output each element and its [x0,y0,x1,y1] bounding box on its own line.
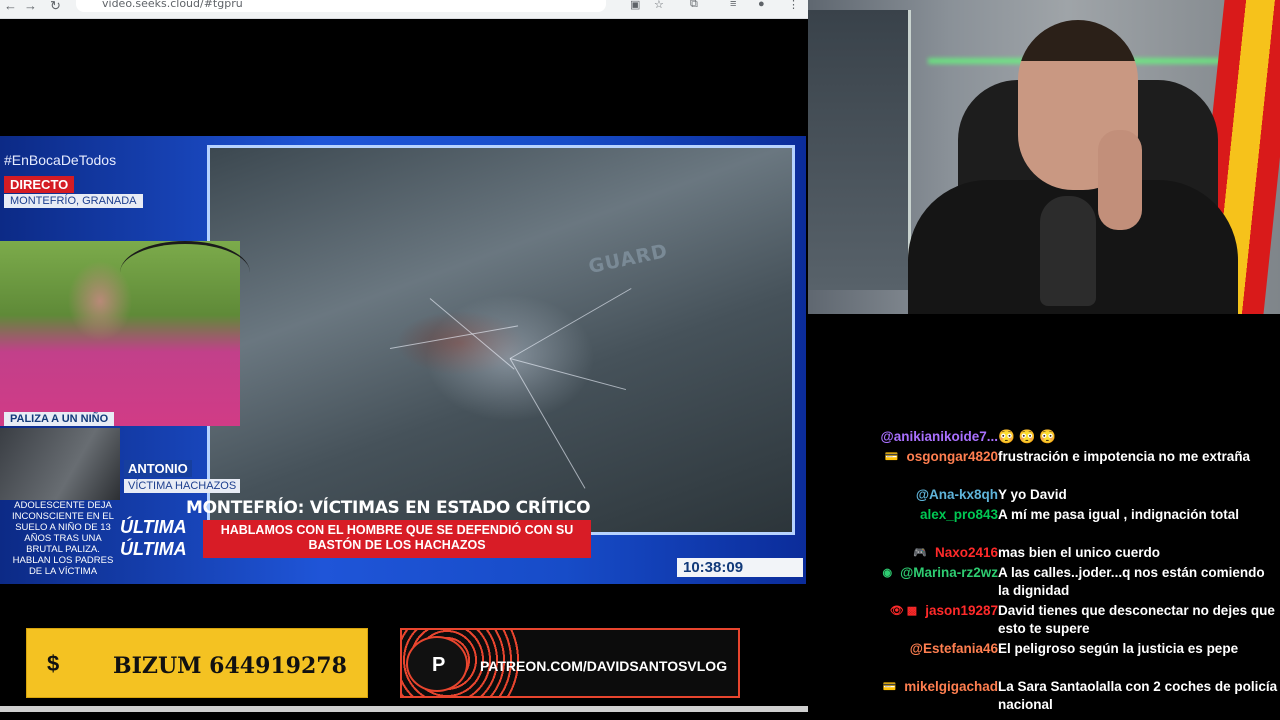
chat-username[interactable]: 💳 osgongar4820 [885,448,998,466]
sidebar-story: ADOLESCENTE DEJA INCONSCIENTE EN EL SUEL… [12,500,114,577]
chat-username[interactable]: @anikianikoide7... [881,428,998,446]
chat-username[interactable]: @Estefania46 [910,640,998,658]
chat-text: frustración e impotencia no me extraña [998,449,1251,464]
microphone [1040,196,1096,306]
badge-icon: 💳 [882,681,897,694]
live-chat: @anikianikoide7... 😳 😳 😳 💳 osgongar4820 f… [808,314,1280,720]
chat-text: A mí me pasa igual , indignación total [998,507,1240,522]
url-text[interactable]: video.seeks.cloud/#tgpru [102,0,243,10]
video-player[interactable]: GUARD #EnBocaDeTodos DIRECTO MONTEFRÍO, … [0,136,806,584]
dollar-icon: $ [47,651,60,676]
avatar[interactable]: ● [758,0,765,10]
patreon-banner: P PATREON.COM/DAVIDSANTOSVLOG [400,628,740,698]
chat-username[interactable]: 🎮 Naxo2416 [913,544,998,562]
interview-inset [0,241,250,426]
chat-username[interactable]: @Ana-kx8qh [916,486,998,504]
back-icon[interactable]: ← [4,0,17,13]
scrollbar[interactable] [0,706,808,712]
chat-text: El peligroso según la justicia es pepe [998,641,1239,656]
live-badge: DIRECTO [4,176,75,193]
ultima-text-1: ÚLTIMA [120,517,187,537]
guest-role: VÍCTIMA HACHAZOS [124,479,241,493]
badge-icon: 💳 [884,451,899,464]
webcam-feed [808,0,1280,314]
bookmark-star-icon[interactable]: ☆ [654,0,664,11]
location-tag: MONTEFRÍO, GRANADA [4,194,143,208]
extensions-icon[interactable]: ⧉ [690,0,698,11]
ultima-text-2: ÚLTIMA [120,539,187,559]
chat-text: 😳 😳 😳 [998,429,1056,444]
reload-icon[interactable]: ↻ [50,0,61,14]
broadcast-clock: 10:38:09 [677,558,803,577]
badge-icon: ◉ [882,567,893,580]
patreon-text: PATREON.COM/DAVIDSANTOSVLOG [480,658,728,674]
chat-text: David tienes que desconectar no dejes qu… [998,603,1275,636]
menu-icon[interactable]: ⋮ [788,0,799,11]
crack-line [509,358,627,391]
display-shelf [808,10,911,290]
show-hashtag: #EnBocaDeTodos [4,152,117,168]
chat-text: A las calles..joder...q nos están comien… [998,565,1265,598]
crack-line [389,325,519,349]
patreon-p: P [432,654,446,676]
media-icon[interactable]: ≡ [730,0,736,10]
umbrella-shape [120,241,250,304]
forward-icon[interactable]: → [24,0,37,13]
ultima-banner: ÚLTIMA ÚLTIMA [120,516,187,560]
crack-line [429,298,515,370]
crack-line [509,358,586,489]
chat-text: Y yo David [998,487,1067,502]
translate-icon[interactable]: ▣ [630,0,640,11]
bizum-text: BIZUM 644919278 [113,653,347,679]
vehicle-text: GUARD [586,239,670,279]
headline: MONTEFRÍO: VÍCTIMAS EN ESTADO CRÍTICO [186,498,591,518]
story-thumbnail [0,428,120,500]
crack-line [509,288,632,359]
chat-username[interactable]: alex_pro843 [920,506,998,524]
browser-toolbar: ← → ↻ video.seeks.cloud/#tgpru ▣ ☆ ⧉ ≡ ●… [0,0,808,19]
chat-username[interactable]: 👁 ▩ jason19287 [890,602,998,620]
sidebar-tag: PALIZA A UN NIÑO [4,412,115,426]
badge-icon: 👁 ▩ [889,605,918,618]
badge-icon: 🎮 [913,547,927,560]
guest-name: ANTONIO [124,460,192,477]
chat-text: La Sara Santaolalla con 2 coches de poli… [998,679,1278,712]
video-main-shot: GUARD [207,145,795,535]
chat-username[interactable]: ◉ @Marina-rz2wz [882,564,998,582]
patreon-logo-icon: P [406,636,468,692]
chat-username[interactable]: 💳 mikelgigachad [883,678,999,696]
streamer-hand [1098,130,1142,230]
subheadline: HABLAMOS CON EL HOMBRE QUE SE DEFENDIÓ C… [203,520,591,558]
chat-text: mas bien el unico cuerdo [998,545,1161,560]
bizum-banner: $ BIZUM 644919278 [26,628,368,698]
